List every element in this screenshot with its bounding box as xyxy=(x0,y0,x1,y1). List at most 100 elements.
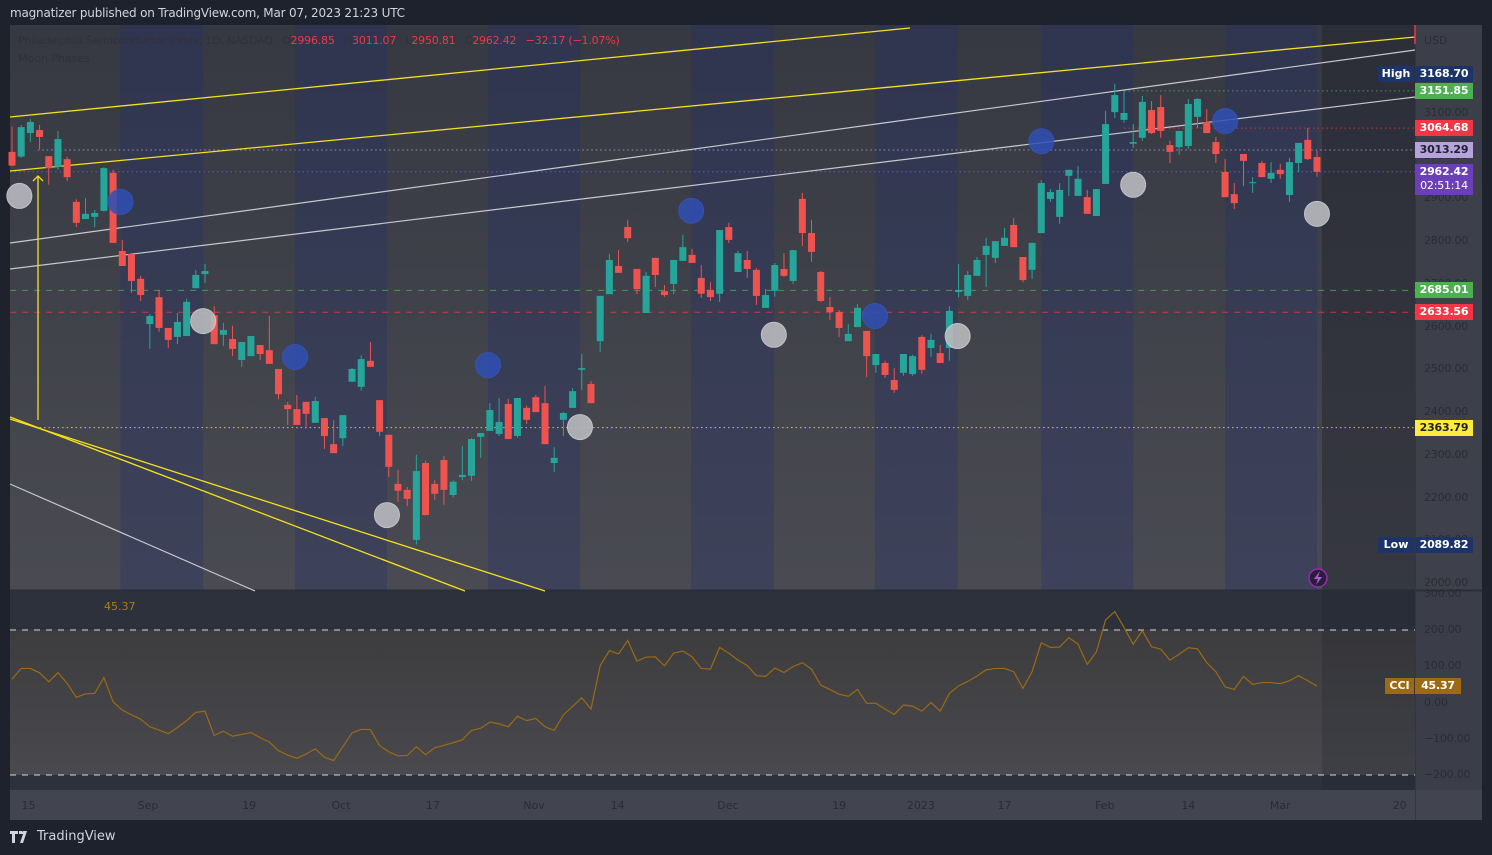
candle-body xyxy=(1221,171,1229,198)
candle-body xyxy=(238,342,246,360)
change-value: −32.17 (−1.07%) xyxy=(525,34,620,47)
candle xyxy=(899,353,907,376)
full-moon-icon xyxy=(373,502,400,529)
candle-body xyxy=(183,301,191,337)
low-tag: Low xyxy=(1378,536,1414,553)
current-price-badge: 2962.42 02:51:14 xyxy=(1415,163,1473,195)
candle-body xyxy=(660,291,668,296)
open-label: O xyxy=(282,34,291,47)
candle-body xyxy=(706,289,714,298)
candle xyxy=(1037,180,1045,234)
candle xyxy=(1092,189,1100,216)
candle-body xyxy=(688,254,696,263)
candle-body xyxy=(412,471,420,540)
candle-body xyxy=(752,269,760,296)
candle-body xyxy=(1295,142,1303,163)
candle xyxy=(513,398,521,438)
cci-legend-value: 45.37 xyxy=(104,600,136,613)
candle-body xyxy=(403,489,411,499)
candle-body xyxy=(550,457,558,463)
candle xyxy=(642,271,650,313)
bar-countdown: 02:51:14 xyxy=(1420,178,1468,192)
time-axis[interactable] xyxy=(10,790,1482,820)
candle-body xyxy=(431,483,439,494)
candle-body xyxy=(8,151,16,166)
candle-body xyxy=(45,156,53,169)
time-tick: Mar xyxy=(1269,799,1291,812)
candle-body xyxy=(624,227,632,239)
candle-body xyxy=(569,391,577,408)
candle-body xyxy=(596,295,604,342)
candle-body xyxy=(1056,189,1064,217)
candle xyxy=(468,438,475,481)
candle-body xyxy=(1065,169,1073,176)
indicator-moon-phases[interactable]: Moon Phases xyxy=(18,52,90,65)
new-moon-band xyxy=(1225,25,1317,590)
candle-body xyxy=(173,321,181,337)
candle-body xyxy=(670,259,678,284)
new-moon-band xyxy=(691,25,774,590)
low-price-badge: 2089.82 xyxy=(1415,536,1473,553)
candle-body xyxy=(229,339,237,349)
candle-body xyxy=(1230,194,1238,204)
time-tick: 19 xyxy=(832,799,847,812)
price-tick: 2600.00 xyxy=(1424,319,1469,333)
new-moon-icon xyxy=(1212,108,1239,135)
currency-label[interactable]: USD xyxy=(1424,34,1448,47)
candle xyxy=(909,354,917,376)
candle-body xyxy=(192,274,200,289)
time-tick: 15 xyxy=(21,799,36,812)
candle xyxy=(183,298,191,337)
candle-body xyxy=(835,312,843,328)
tradingview-logo-icon xyxy=(10,830,27,843)
time-tick: 17 xyxy=(425,799,440,812)
cci-band-fill xyxy=(10,630,1415,775)
candle-body xyxy=(1102,124,1110,184)
candle-body xyxy=(1010,224,1018,248)
new-moon-icon xyxy=(107,188,134,215)
candle-body xyxy=(320,418,328,437)
candle-body xyxy=(302,401,310,414)
cci-title: CCI (55, close) xyxy=(18,600,99,613)
candle-body xyxy=(330,444,338,454)
symbol-legend[interactable]: Philadelphia Semiconductor Index, 1D, NA… xyxy=(18,34,620,47)
candle xyxy=(449,480,457,498)
candle-body xyxy=(1258,162,1266,178)
candle-body xyxy=(1184,104,1192,146)
candle xyxy=(1258,160,1266,178)
level-badge-red-high: 3064.68 xyxy=(1415,120,1473,137)
candle xyxy=(100,167,108,212)
candle-body xyxy=(284,404,292,410)
candle-body xyxy=(798,198,806,234)
candle-body xyxy=(440,459,448,490)
new-moon-band xyxy=(295,25,387,590)
candle-body xyxy=(339,415,347,439)
candle-body xyxy=(458,474,466,478)
time-tick: Sep xyxy=(137,799,159,812)
cci-legend[interactable]: CCI (55, close) 45.37 xyxy=(18,600,136,613)
tradingview-logo[interactable]: TradingView xyxy=(10,829,116,844)
new-moon-band xyxy=(1041,25,1134,590)
full-moon-icon xyxy=(760,321,787,348)
candle-body xyxy=(743,259,751,269)
price-tick: 2500.00 xyxy=(1424,362,1469,376)
candle-body xyxy=(1001,237,1009,246)
candle-body xyxy=(844,333,852,342)
candle-body xyxy=(36,130,44,137)
candle-body xyxy=(899,353,907,373)
cci-tick: −200.00 xyxy=(1424,768,1471,781)
right-edge-strip xyxy=(1482,25,1492,820)
candle xyxy=(1138,95,1146,141)
brand-name: TradingView xyxy=(37,829,116,844)
candle-body xyxy=(1285,162,1293,196)
chart-canvas[interactable] xyxy=(0,0,1492,855)
candle xyxy=(789,250,797,284)
open-value: 2996.85 xyxy=(290,34,335,47)
price-tick: 2800.00 xyxy=(1424,234,1469,248)
candle-body xyxy=(164,327,172,340)
time-tick: 20 xyxy=(1392,799,1407,812)
candle xyxy=(1019,257,1027,283)
candle-body xyxy=(256,345,264,354)
alert-bolt-icon[interactable] xyxy=(1308,568,1328,588)
candle xyxy=(357,355,365,391)
